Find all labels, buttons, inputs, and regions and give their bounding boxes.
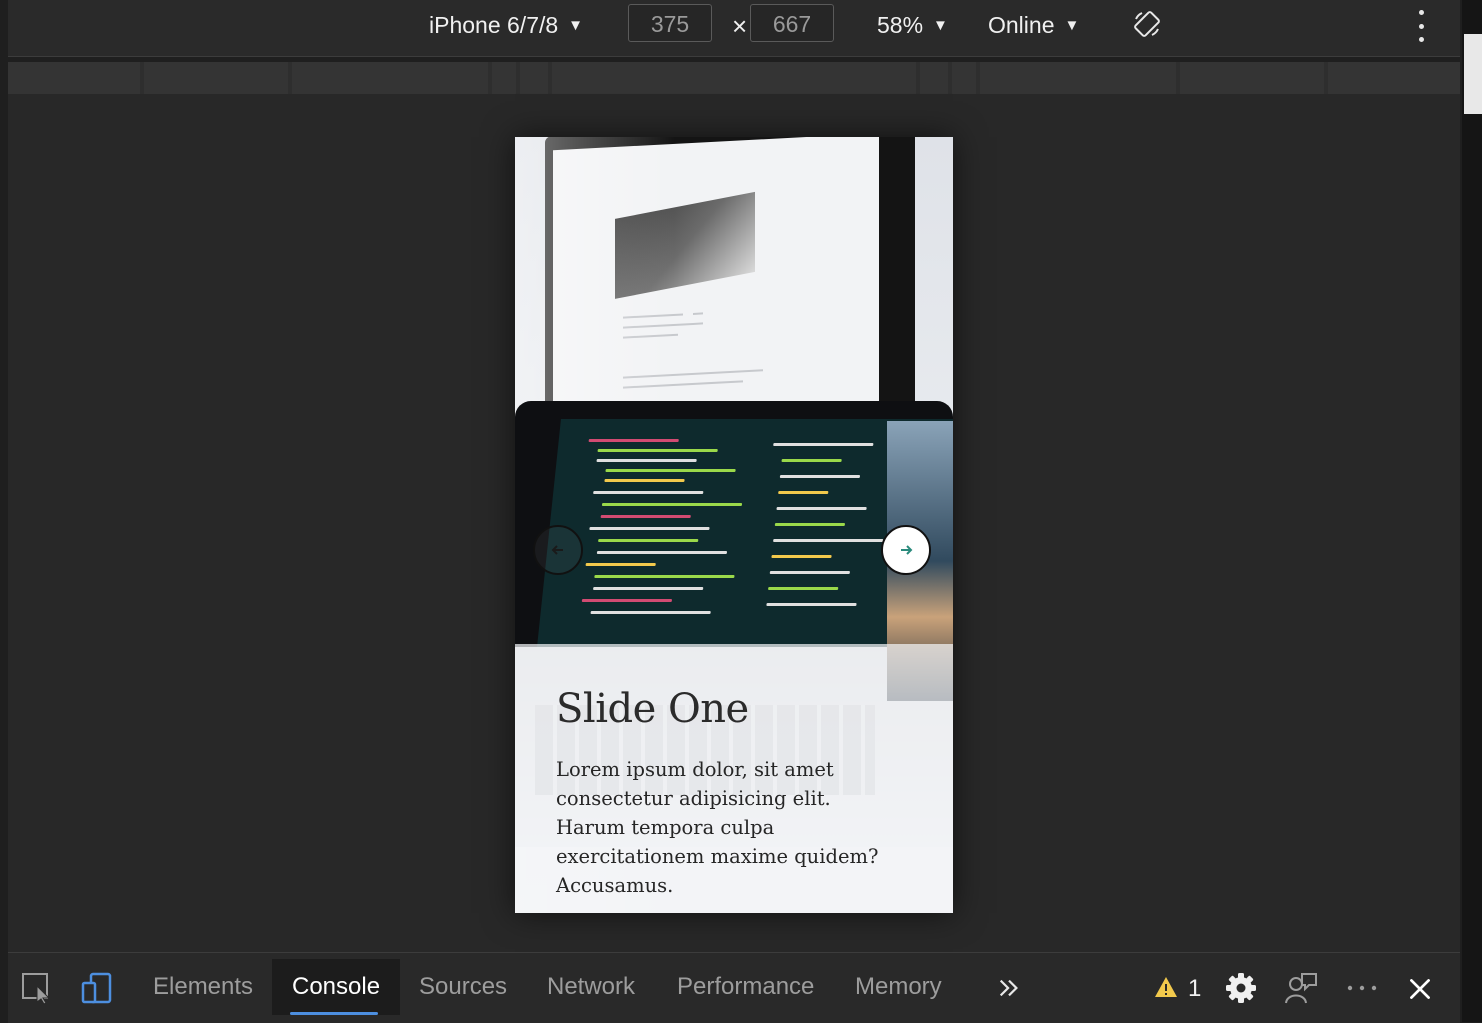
more-options-icon[interactable] [1416, 10, 1426, 42]
devtools-tab-bar: Elements Console Sources Network Perform… [8, 952, 1460, 1023]
slide-title: Slide One [556, 686, 749, 732]
media-query-segment[interactable] [492, 62, 516, 94]
warning-count[interactable]: 1 [1188, 975, 1201, 1003]
media-query-segment[interactable] [520, 62, 548, 94]
warning-icon[interactable] [1154, 975, 1178, 999]
previous-slide-button[interactable] [533, 525, 583, 575]
more-horizontal-icon[interactable] [1344, 973, 1380, 1003]
zoom-label: 58% [877, 11, 924, 38]
feedback-icon[interactable] [1285, 971, 1319, 1005]
arrow-left-icon [551, 545, 563, 555]
rotate-icon[interactable] [1132, 9, 1162, 39]
dimension-separator: × [732, 11, 748, 41]
zoom-select[interactable]: 58% ▼ [877, 0, 948, 50]
tab-console-label: Console [292, 973, 381, 1000]
chevron-double-right-icon[interactable] [996, 973, 1022, 1003]
gear-icon[interactable] [1225, 972, 1257, 1004]
caret-down-icon: ▼ [568, 16, 584, 34]
device-toolbar: iPhone 6/7/8 ▼ 375 × 667 58% ▼ Online ▼ [8, 0, 1460, 57]
tab-console[interactable]: Console [272, 959, 400, 1015]
device-screen: Slide One Lorem ipsum dolor, sit amet co… [515, 137, 953, 913]
media-query-segment[interactable] [1328, 62, 1460, 94]
media-query-segment[interactable] [1180, 62, 1324, 94]
tab-memory[interactable]: Memory [855, 959, 942, 1015]
inspect-element-icon[interactable] [20, 971, 54, 1005]
media-query-segment[interactable] [952, 62, 976, 94]
next-slide-button[interactable] [881, 525, 931, 575]
slide-description: Lorem ipsum dolor, sit amet consectetur … [556, 758, 879, 897]
tab-sources[interactable]: Sources [419, 959, 507, 1015]
throttle-label: Online [988, 11, 1055, 38]
caret-down-icon: ▼ [933, 16, 948, 34]
media-query-segment[interactable] [920, 62, 948, 94]
caret-down-icon: ▼ [1064, 16, 1080, 34]
page-scroll-gutter [1462, 0, 1482, 1022]
media-query-segment[interactable] [8, 62, 140, 94]
device-select-label: iPhone 6/7/8 [429, 11, 559, 38]
media-query-bar [8, 62, 1460, 94]
tab-performance[interactable]: Performance [677, 959, 814, 1015]
arrow-right-icon [901, 545, 913, 555]
tab-network[interactable]: Network [547, 959, 635, 1015]
media-query-segment[interactable] [292, 62, 488, 94]
close-icon[interactable] [1406, 975, 1434, 1003]
device-select[interactable]: iPhone 6/7/8 ▼ [429, 0, 583, 50]
throttle-select[interactable]: Online ▼ [988, 0, 1079, 50]
device-toggle-icon[interactable] [80, 971, 114, 1005]
media-query-segment[interactable] [980, 62, 1176, 94]
page-edge-preview [1464, 34, 1482, 114]
media-query-segment[interactable] [552, 62, 916, 94]
media-query-segment[interactable] [144, 62, 288, 94]
height-input[interactable]: 667 [750, 4, 834, 42]
width-input[interactable]: 375 [628, 4, 712, 42]
tab-elements[interactable]: Elements [153, 959, 253, 1015]
active-tab-indicator [290, 1012, 378, 1015]
